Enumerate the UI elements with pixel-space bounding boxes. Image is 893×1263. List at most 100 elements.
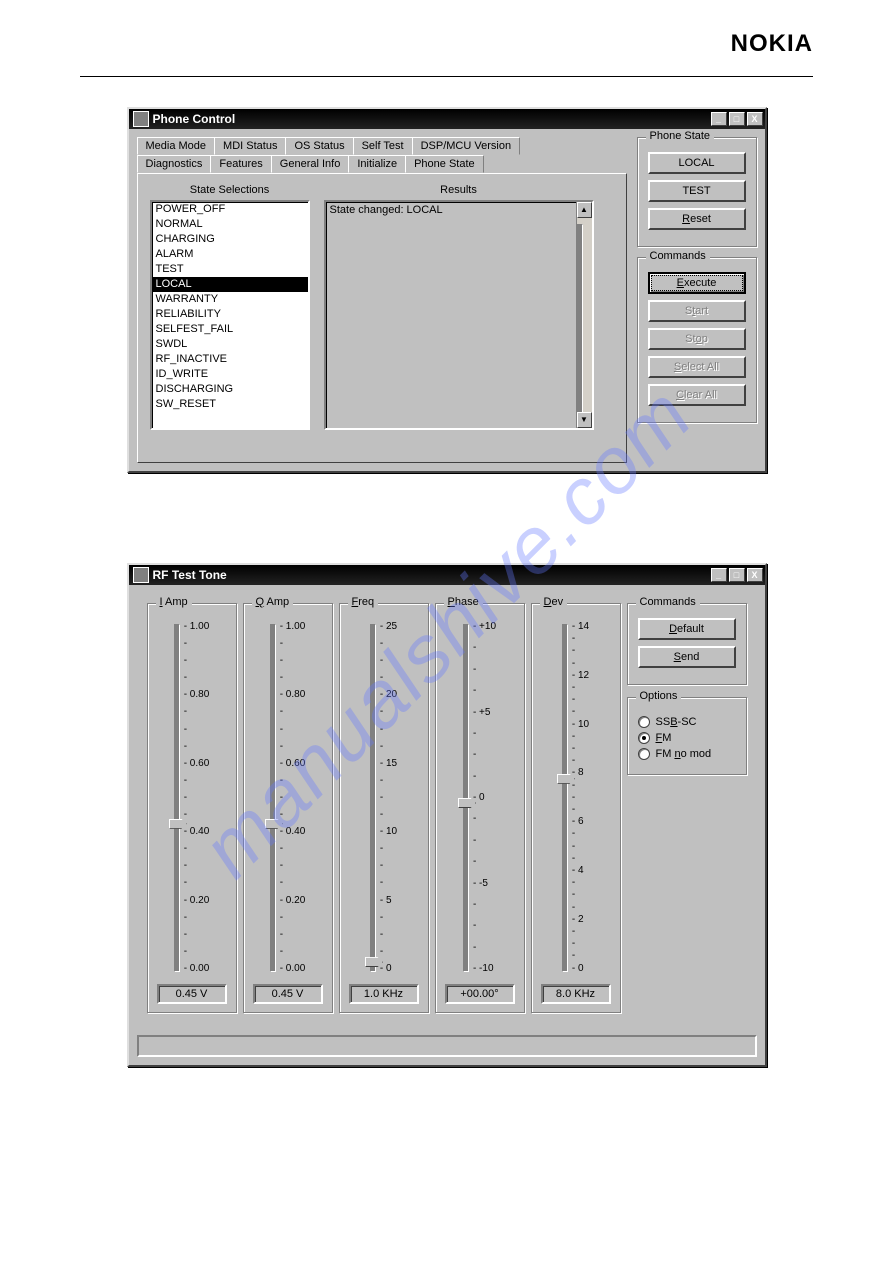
list-item[interactable]: POWER_OFF	[152, 202, 308, 217]
list-item[interactable]: RF_INACTIVE	[152, 352, 308, 367]
list-item[interactable]: SELFEST_FAIL	[152, 322, 308, 337]
tick-label: - 0.20	[184, 896, 210, 906]
option-fm-no-mod[interactable]: FM no mod	[638, 748, 736, 760]
tick-label: - 10	[380, 827, 397, 837]
iamp-legend: I Amp	[156, 596, 192, 608]
tab-os-status[interactable]: OS Status	[285, 137, 353, 155]
send-button[interactable]: Send	[638, 646, 736, 668]
freq-value-field[interactable]: 1.0 KHz	[349, 984, 419, 1004]
header-rule	[80, 76, 813, 77]
tick-label: - 0.60	[184, 759, 210, 769]
clear-all-button: Clear All	[648, 384, 746, 406]
local-button[interactable]: LOCAL	[648, 152, 746, 174]
tab-dsp-mcu-version[interactable]: DSP/MCU Version	[412, 137, 520, 155]
tab-mdi-status[interactable]: MDI Status	[214, 137, 286, 155]
freq-slider-group: Freq- 25---- 20---- 15---- 10---- 5---- …	[339, 603, 429, 1013]
nokia-logo: NOKIA	[731, 30, 813, 57]
iamp-slider[interactable]	[174, 624, 180, 972]
tick-label: - 0	[473, 793, 496, 803]
list-item[interactable]: NORMAL	[152, 217, 308, 232]
phase-slider[interactable]	[463, 624, 469, 972]
radio-icon	[638, 732, 650, 744]
tick-label: - 0.20	[280, 896, 306, 906]
phase-legend: Phase	[444, 596, 483, 608]
tick-label: - -10	[473, 964, 496, 974]
dev-slider[interactable]	[562, 624, 568, 972]
phase-value-field[interactable]: +00.00°	[445, 984, 515, 1004]
option-ssb-sc[interactable]: SSB-SC	[638, 716, 736, 728]
qamp-slider-group: Q Amp- 1.00---- 0.80---- 0.60---- 0.40--…	[243, 603, 333, 1013]
tick-label: - 10	[572, 720, 589, 730]
dev-value-field[interactable]: 8.0 KHz	[541, 984, 611, 1004]
tick-label: - 0.00	[280, 964, 306, 974]
phone-control-window: Phone Control _ □ X Media ModeMDI Status…	[127, 107, 767, 473]
qamp-value-field[interactable]: 0.45 V	[253, 984, 323, 1004]
minimize-button[interactable]: _	[711, 568, 727, 582]
list-item[interactable]: LOCAL	[152, 277, 308, 292]
list-item[interactable]: ID_WRITE	[152, 367, 308, 382]
tab-media-mode[interactable]: Media Mode	[137, 137, 216, 155]
list-item[interactable]: ALARM	[152, 247, 308, 262]
dev-legend: Dev	[540, 596, 568, 608]
default-button[interactable]: Default	[638, 618, 736, 640]
results-textarea[interactable]: State changed: LOCAL ▲ ▼	[324, 200, 594, 430]
test-button[interactable]: TEST	[648, 180, 746, 202]
tick-label: - 0.00	[184, 964, 210, 974]
results-scrollbar[interactable]: ▲ ▼	[576, 202, 592, 428]
state-selections-listbox[interactable]: POWER_OFFNORMALCHARGINGALARMTESTLOCALWAR…	[150, 200, 310, 430]
phone-state-legend: Phone State	[646, 130, 715, 142]
tick-label: - 0.60	[280, 759, 306, 769]
tab-phone-state[interactable]: Phone State	[405, 155, 484, 173]
tab-general-info[interactable]: General Info	[271, 155, 350, 173]
start-button: Start	[648, 300, 746, 322]
tab-panel-phone-state: State Selections POWER_OFFNORMALCHARGING…	[137, 173, 627, 463]
select-all-button: Select All	[648, 356, 746, 378]
rf-status-field	[137, 1035, 757, 1057]
tick-label: - 4	[572, 866, 589, 876]
list-item[interactable]: TEST	[152, 262, 308, 277]
reset-button[interactable]: Reset	[648, 208, 746, 230]
tab-self-test[interactable]: Self Test	[353, 137, 413, 155]
rf-commands-legend: Commands	[636, 596, 700, 608]
qamp-slider[interactable]	[270, 624, 276, 972]
option-fm[interactable]: FM	[638, 732, 736, 744]
tab-features[interactable]: Features	[210, 155, 271, 173]
rf-title: RF Test Tone	[153, 568, 709, 582]
list-item[interactable]: SW_RESET	[152, 397, 308, 412]
list-item[interactable]: WARRANTY	[152, 292, 308, 307]
list-item[interactable]: SWDL	[152, 337, 308, 352]
tick-label: - 0.80	[184, 690, 210, 700]
tab-initialize[interactable]: Initialize	[348, 155, 406, 173]
radio-icon	[638, 716, 650, 728]
maximize-button[interactable]: □	[729, 112, 745, 126]
dev-slider-group: Dev- 14---- 12---- 10---- 8---- 6---- 4-…	[531, 603, 621, 1013]
close-button[interactable]: X	[747, 112, 763, 126]
phone-control-title: Phone Control	[153, 112, 709, 126]
maximize-button[interactable]: □	[729, 568, 745, 582]
list-item[interactable]: RELIABILITY	[152, 307, 308, 322]
freq-slider[interactable]	[370, 624, 376, 972]
minimize-button[interactable]: _	[711, 112, 727, 126]
phone-control-titlebar[interactable]: Phone Control _ □ X	[129, 109, 765, 129]
execute-button[interactable]: Execute	[648, 272, 746, 294]
close-button[interactable]: X	[747, 568, 763, 582]
results-label: Results	[324, 184, 594, 196]
rf-titlebar[interactable]: RF Test Tone _ □ X	[129, 565, 765, 585]
commands-group: Commands Execute Start Stop Select All C…	[637, 257, 757, 423]
tab-diagnostics[interactable]: Diagnostics	[137, 155, 212, 173]
freq-legend: Freq	[348, 596, 379, 608]
iamp-slider-group: I Amp- 1.00---- 0.80---- 0.60---- 0.40--…	[147, 603, 237, 1013]
tick-label: - 0	[380, 964, 397, 974]
app-icon	[133, 111, 149, 127]
tick-label: - 1.00	[184, 622, 210, 632]
iamp-value-field[interactable]: 0.45 V	[157, 984, 227, 1004]
app-icon	[133, 567, 149, 583]
list-item[interactable]: CHARGING	[152, 232, 308, 247]
commands-legend: Commands	[646, 250, 710, 262]
tick-label: - 25	[380, 622, 397, 632]
results-text: State changed: LOCAL	[330, 204, 443, 216]
tick-label: - +5	[473, 708, 496, 718]
list-item[interactable]: DISCHARGING	[152, 382, 308, 397]
scroll-up-icon[interactable]: ▲	[577, 202, 592, 218]
scroll-down-icon[interactable]: ▼	[577, 412, 592, 428]
